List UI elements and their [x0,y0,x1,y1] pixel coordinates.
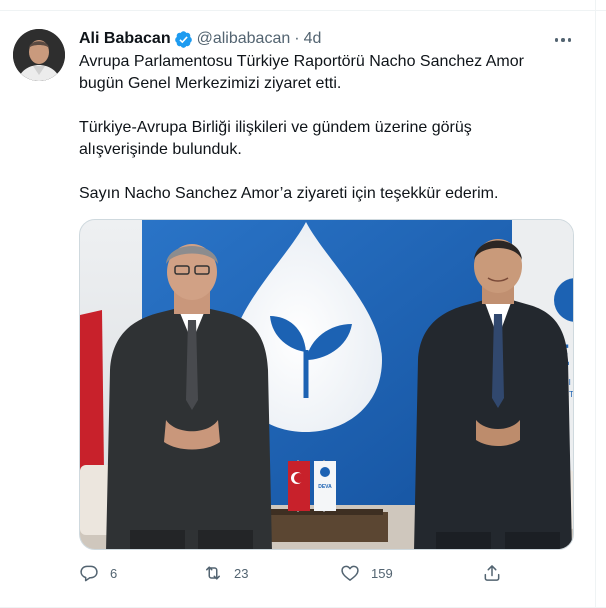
photo-scene: E ASI ART DEVA [80,220,573,549]
avatar-photo [13,29,65,81]
tweet-timestamp[interactable]: 4d [304,30,322,48]
reply-icon [80,565,98,582]
verified-badge-icon [174,30,192,48]
like-icon [341,565,359,581]
tweet-paragraph: Avrupa Parlamentosu Türkiye Raportörü Na… [79,53,524,92]
retweet-button[interactable]: 23 [203,563,248,583]
more-dot [567,38,572,42]
share-button[interactable] [482,563,502,583]
like-count: 159 [371,565,393,581]
right-divider [595,0,596,608]
retweet-icon [206,566,220,580]
share-icon [484,565,500,581]
more-dot [554,38,559,42]
tweet-header: Ali Babacan @alibabacan · 4d [79,28,321,50]
like-button[interactable]: 159 [340,563,393,583]
tweet-card[interactable]: Ali Babacan @alibabacan · 4d Avrupa Parl… [0,0,606,608]
author-name[interactable]: Ali Babacan [79,30,171,48]
reply-button[interactable]: 6 [79,563,117,583]
header-separator: · [294,30,300,47]
tweet-paragraph: Türkiye-Avrupa Birliği ilişkileri ve gün… [79,119,472,158]
retweet-count: 23 [234,565,249,581]
tweet-text: Avrupa Parlamentosu Türkiye Raportörü Na… [79,51,559,205]
tweet-paragraph: Sayın Nacho Sanchez Amor’a ziyareti için… [79,185,499,202]
reply-count: 6 [110,565,118,581]
more-options-icon[interactable] [551,30,575,50]
table-flag-text: DEVA [318,484,332,490]
top-divider [0,10,606,11]
tweet-photo[interactable]: E ASI ART DEVA [79,219,574,550]
author-handle[interactable]: @alibabacan [197,30,291,48]
more-dot [561,38,565,42]
avatar[interactable] [13,29,65,81]
tweet-actions: 6 23 159 [79,563,509,585]
